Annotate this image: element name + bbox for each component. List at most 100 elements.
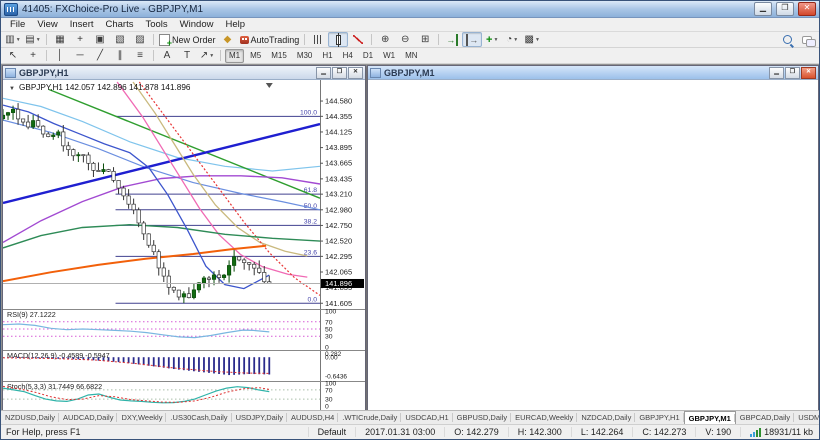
auto-scroll-button[interactable]: → [442,32,462,47]
chart-canvas-h1[interactable]: 100.0 61.8 50.0 38.2 23.6 0.0 144.580 144.355 14… [3,80,365,410]
chart-tab-gbpjpy-h1[interactable]: GBPJPY,H1 [635,411,684,424]
trendline-tool[interactable]: ╱ [90,48,110,63]
chart-minimize-button[interactable]: ▁ [769,66,784,79]
chart-tab--us30cash-daily[interactable]: .US30Cash,Daily [166,411,232,424]
svg-text:142.295: 142.295 [325,252,352,261]
minimize-button[interactable]: ▁ [754,2,772,16]
svg-text:RSI(9) 27.1222: RSI(9) 27.1222 [7,310,56,319]
chart-shift-button[interactable]: → [462,32,483,47]
chart-icon [370,67,381,78]
fibo-tool[interactable]: ≡ [130,48,150,63]
chart-tab-gbpcad-daily[interactable]: GBPCAD,Daily [736,411,795,424]
timeframe-m15[interactable]: M15 [267,49,291,63]
chart-window-gbpjpy-h1[interactable]: GBPJPY,H1 ▁ ❐ ✕ 100.0 61.8 50.0 38.2 23.6 0.0… [2,65,366,410]
close-button[interactable]: ✕ [798,2,816,16]
svg-text:142.750: 142.750 [325,221,352,230]
chart-tab-usdcad-h1[interactable]: USDCAD,H1 [401,411,454,424]
chart-tab-dxy-weekly[interactable]: DXY,Weekly [117,411,167,424]
svg-text:142.980: 142.980 [325,205,352,214]
hline-tool[interactable]: ─ [70,48,90,63]
chart-canvas-m1[interactable] [368,80,818,410]
label-tool[interactable]: T [177,48,197,63]
timeframe-m30[interactable]: M30 [293,49,317,63]
chart-header[interactable]: GBPJPY,M1 ▁ ❐ ✕ [368,66,818,80]
chart-bars-button[interactable] [308,32,328,47]
status-cell: C: 142.273 [632,427,695,437]
autotrading-button[interactable]: AutoTrading [238,32,302,47]
svg-text:0: 0 [325,404,329,411]
svg-text:143.665: 143.665 [325,159,352,168]
scripts-button[interactable]: ◆ [218,32,238,47]
status-bar: For Help, press F1 Default 2017.01.31 03:… [1,424,819,439]
arrows-tool[interactable]: ↗ ▼ [197,48,217,63]
hline-icon: ─ [76,49,84,61]
data-window-icon: ▣ [95,33,105,45]
chart-window-gbpjpy-m1[interactable]: GBPJPY,M1 ▁ ❐ ✕ [367,65,819,410]
timeframe-d1[interactable]: D1 [359,49,377,63]
timeframe-m5[interactable]: M5 [246,49,265,63]
market-watch-button[interactable]: ▦ [50,32,70,47]
timeframe-w1[interactable]: W1 [379,49,399,63]
menu-window[interactable]: Window [174,19,220,30]
chart-line-icon [353,35,364,44]
timeframe-h1[interactable]: H1 [318,49,336,63]
chart-candles-icon [335,32,341,47]
new-order-button[interactable]: New Order [157,32,218,49]
chart-tab--wticrude-daily[interactable]: .WTICrude,Daily [338,411,402,424]
chart-tab-gbpusd-daily[interactable]: GBPUSD,Daily [453,411,512,424]
periods-button[interactable]: ◔ ▼ [502,32,522,47]
chart-restore-button[interactable]: ❐ [332,66,347,79]
text-tool[interactable]: A [157,48,177,63]
chart-tab-eurcad-weekly[interactable]: EURCAD,Weekly [511,411,578,424]
new-chart-button[interactable]: ▥ ▼ [3,32,23,47]
terminal-button[interactable]: ▧ [110,32,130,47]
chart-close-button[interactable]: ✕ [801,66,816,79]
chart-close-button[interactable]: ✕ [348,66,363,79]
search-button[interactable] [777,32,797,47]
cursor-tool[interactable]: ↖ [3,48,23,63]
menu-insert[interactable]: Insert [64,19,100,30]
chevron-down-icon: ▼ [35,36,41,43]
chart-tab-audcad-daily[interactable]: AUDCAD,Daily [59,411,118,424]
chart-line-button[interactable] [348,32,368,47]
autotrading-icon [239,35,249,44]
chart-tab-nzdcad-daily[interactable]: NZDCAD,Daily [577,411,636,424]
chart-tab-usdjpy-daily[interactable]: USDJPY,Daily [232,411,288,424]
timeframe-mn[interactable]: MN [401,49,421,63]
menu-help[interactable]: Help [219,19,251,30]
menu-charts[interactable]: Charts [100,19,140,30]
restore-button[interactable]: ❐ [776,2,794,16]
svg-text:0.00: 0.00 [325,355,338,362]
chart-restore-button[interactable]: ❐ [785,66,800,79]
chart-tab-usdmxn-weekly[interactable]: USDMXN,Weekly [794,411,819,424]
timeframe-h4[interactable]: H4 [339,49,357,63]
menu-file[interactable]: File [4,19,31,30]
chart-candles-button[interactable] [328,32,349,47]
vline-tool[interactable]: │ [50,48,70,63]
menu-view[interactable]: View [31,19,63,30]
menu-tools[interactable]: Tools [139,19,173,30]
tile-windows-button[interactable]: ⊞ [415,32,435,47]
chart-header[interactable]: GBPJPY,H1 ▁ ❐ ✕ [3,66,365,80]
svg-text:143.435: 143.435 [325,174,352,183]
chat-button[interactable] [797,32,817,47]
timeframe-m1[interactable]: M1 [225,48,245,63]
chart-tab-audusd-h4[interactable]: AUDUSD,H4 [287,411,339,424]
auto-scroll-icon: → [446,33,459,46]
zoom-out-button[interactable]: ⊖ [395,32,415,47]
templates-button[interactable]: ▩ ▼ [522,32,542,47]
svg-text:144.125: 144.125 [325,127,352,136]
chart-tab-gbpjpy-m1[interactable]: GBPJPY,M1 [683,411,736,424]
strategy-tester-button[interactable]: ▨ [130,32,150,47]
zoom-in-button[interactable]: ⊕ [375,32,395,47]
connection-traffic: 18931/11 kb [764,427,813,437]
navigator-button[interactable]: + [70,32,90,47]
chart-tab-nzdusd-daily[interactable]: NZDUSD,Daily [1,411,60,424]
crosshair-tool[interactable]: + [23,48,43,63]
channel-tool[interactable]: ∥ [110,48,130,63]
indicators-button[interactable]: + ▼ [482,32,502,47]
chart-minimize-button[interactable]: ▁ [316,66,331,79]
data-window-button[interactable]: ▣ [90,32,110,47]
status-cell: Default [307,427,356,437]
profiles-button[interactable]: ▤ ▼ [23,32,43,47]
